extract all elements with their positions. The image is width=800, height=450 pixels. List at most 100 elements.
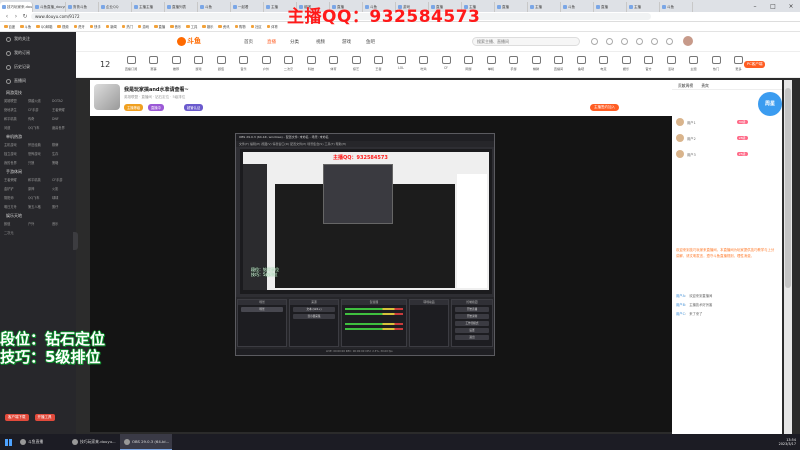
category-item[interactable]: 直播订阅 <box>120 56 142 71</box>
sidebar-category-link[interactable]: QQ飞车 <box>28 125 52 132</box>
browser-tab[interactable]: 斗鱼 <box>561 2 594 12</box>
bookmark-item[interactable]: 资讯 <box>218 24 230 29</box>
scene-item[interactable]: 场景 <box>241 307 283 312</box>
category-item[interactable]: 热门 <box>705 56 727 71</box>
clock-date[interactable]: 2023/3/17 <box>779 442 796 447</box>
sidebar-category-link[interactable]: 二次元 <box>4 230 28 237</box>
download-icon[interactable] <box>621 38 628 45</box>
sidebar-item[interactable]: 历史记录 <box>0 60 76 74</box>
category-item[interactable]: 主题 <box>683 56 705 71</box>
sidebar-item[interactable]: 我的关注 <box>0 32 76 46</box>
room-tag[interactable]: 超管认证 <box>184 104 204 111</box>
sidebar-category-link[interactable]: 球球 <box>52 195 76 202</box>
nav-yuba[interactable]: 鱼吧 <box>366 39 375 45</box>
category-item[interactable]: 综艺 <box>345 56 367 71</box>
sidebar-category-link[interactable]: 原神 <box>28 186 52 193</box>
browser-tab[interactable]: 斗鱼 <box>660 2 693 12</box>
minimize-button[interactable]: – <box>746 0 764 12</box>
bookmark-item[interactable]: 工具 <box>186 24 197 29</box>
bookmark-item[interactable]: 音乐 <box>170 24 181 29</box>
bookmark-item[interactable]: 快手 <box>89 24 101 29</box>
bookmark-item[interactable]: 娱乐 <box>202 24 213 29</box>
category-item[interactable]: 棋牌 <box>525 56 547 71</box>
bookmark-item[interactable]: 社区 <box>250 24 262 29</box>
reload-icon[interactable]: ↻ <box>22 13 28 20</box>
history-icon[interactable] <box>591 38 598 45</box>
exit-button[interactable]: 退出 <box>455 335 489 340</box>
sidebar-category-link[interactable]: 英雄联盟 <box>4 98 28 105</box>
source-item[interactable]: 文本 (GDI+) <box>293 307 335 312</box>
taskbar-app[interactable]: OBS 29.0.3 (64-bi... <box>120 434 172 450</box>
user-avatar[interactable] <box>683 36 693 46</box>
browser-tab[interactable]: 一起看 <box>231 2 264 12</box>
sidebar-item[interactable]: 直播间 <box>0 74 76 88</box>
bookmark-item[interactable]: 直播 <box>154 24 165 29</box>
bookmark-item[interactable]: 热门 <box>121 24 133 29</box>
room-avatar[interactable] <box>94 84 120 110</box>
category-item[interactable]: LOL <box>390 56 412 70</box>
maximize-button[interactable]: □ <box>764 0 782 12</box>
category-item[interactable]: 体育 <box>323 56 345 71</box>
follow-icon[interactable] <box>606 38 613 45</box>
rank-row[interactable]: 用户3 25级 <box>676 150 748 158</box>
sidebar-category-link[interactable]: 王者荣耀 <box>4 177 28 184</box>
category-item[interactable]: 王者 <box>368 56 390 71</box>
sidebar-category-link[interactable]: 户外 <box>28 221 52 228</box>
browser-tab[interactable]: 斗鱼 <box>198 2 231 12</box>
category-item[interactable]: CF <box>435 56 457 70</box>
sidebar-section-title[interactable]: 娱乐天地 <box>0 211 76 221</box>
category-item[interactable]: 科技 <box>300 56 322 71</box>
category-item[interactable]: 鱼吧 <box>570 56 592 71</box>
bookmark-item[interactable]: 游戏 <box>137 24 149 29</box>
category-item[interactable]: 户外 <box>255 56 277 71</box>
browser-tab[interactable]: 斗鱼直播_douyu... <box>33 2 66 12</box>
category-item[interactable]: 游戏 <box>188 56 210 71</box>
category-item[interactable]: 官方 <box>638 56 660 71</box>
sidebar-category-link[interactable]: 颜值 <box>4 221 28 228</box>
broadcast-tool-button[interactable]: 开播工具 <box>34 414 55 421</box>
browser-tab[interactable]: 直播 <box>594 2 627 12</box>
sidebar-category-link[interactable]: 穿越火线 <box>28 98 52 105</box>
category-item[interactable]: 活动 <box>660 56 682 71</box>
taskbar-app[interactable]: 斗鱼直播 <box>16 434 68 450</box>
sidebar-category-link[interactable]: 阴阳师 <box>4 195 28 202</box>
search-input[interactable] <box>472 37 580 46</box>
sidebar-collapse-handle[interactable] <box>73 232 78 250</box>
category-item[interactable]: 直播间 <box>548 56 570 71</box>
sidebar-category-link[interactable]: 我的世界 <box>4 160 28 167</box>
category-item[interactable]: 娱乐 <box>615 56 637 71</box>
settings-button[interactable]: 设置 <box>455 328 489 333</box>
sidebar-category-link[interactable]: 生存 <box>52 151 76 158</box>
nav-home[interactable]: 首页 <box>244 39 253 45</box>
broadcast-icon[interactable] <box>651 38 658 45</box>
category-item[interactable]: 推荐 <box>165 56 187 71</box>
category-item[interactable]: 音乐 <box>233 56 255 71</box>
start-button[interactable] <box>0 434 16 450</box>
sidebar-category-link[interactable]: 独立游戏 <box>4 151 28 158</box>
back-icon[interactable]: ‹ <box>4 13 10 20</box>
message-icon[interactable] <box>636 38 643 45</box>
bookmark-item[interactable]: 百度 <box>4 24 15 29</box>
category-item[interactable]: 单机 <box>480 56 502 71</box>
bookmark-item[interactable]: 虎牙 <box>73 24 85 29</box>
sidebar-category-link[interactable]: CF手游 <box>52 177 76 184</box>
studio-mode-button[interactable]: 工作室模式 <box>455 321 489 326</box>
browser-tab[interactable]: 主播主播 <box>132 2 165 12</box>
category-item[interactable]: 颜值 <box>210 56 232 71</box>
sidebar-category-link[interactable]: 和平精英 <box>4 116 28 123</box>
tab-vip[interactable]: 贵宾 <box>701 83 709 88</box>
room-tag[interactable]: 直播中 <box>148 104 164 111</box>
category-item[interactable]: 手游 <box>503 56 525 71</box>
weekly-star-badge[interactable]: 周星 <box>758 92 782 116</box>
sidebar-category-link[interactable]: 蛋仔 <box>52 204 76 211</box>
sidebar-category-link[interactable]: 传奇 <box>28 116 52 123</box>
browser-tab[interactable]: 企业QQ <box>99 2 132 12</box>
sidebar-section-title[interactable]: 网游竞技 <box>0 88 76 98</box>
sidebar-category-link[interactable]: 魔兽世界 <box>52 125 76 132</box>
category-item[interactable]: 网游 <box>458 56 480 71</box>
sidebar-category-link[interactable]: 和平精英 <box>28 177 52 184</box>
sidebar-category-link[interactable]: 恐怖游戏 <box>28 151 52 158</box>
category-item[interactable]: 电竞 <box>593 56 615 71</box>
sidebar-section-title[interactable]: 单机热游 <box>0 132 76 142</box>
site-logo[interactable]: 斗鱼 <box>177 36 201 46</box>
